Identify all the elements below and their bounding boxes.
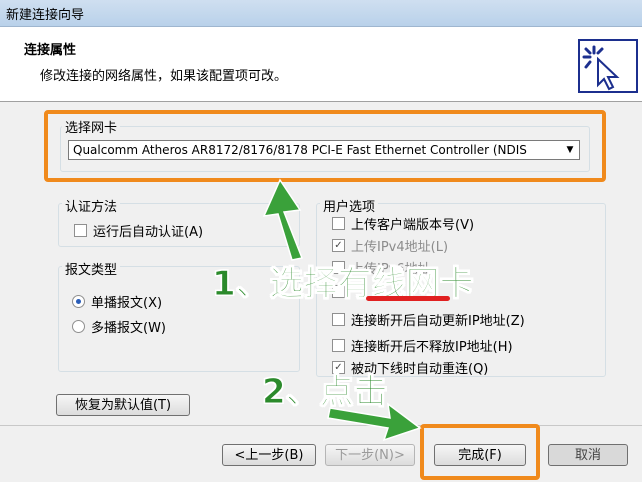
step2-annotation: 2、点击 [262, 372, 389, 413]
red-underline [366, 296, 450, 301]
arrow-up-icon [262, 178, 304, 261]
